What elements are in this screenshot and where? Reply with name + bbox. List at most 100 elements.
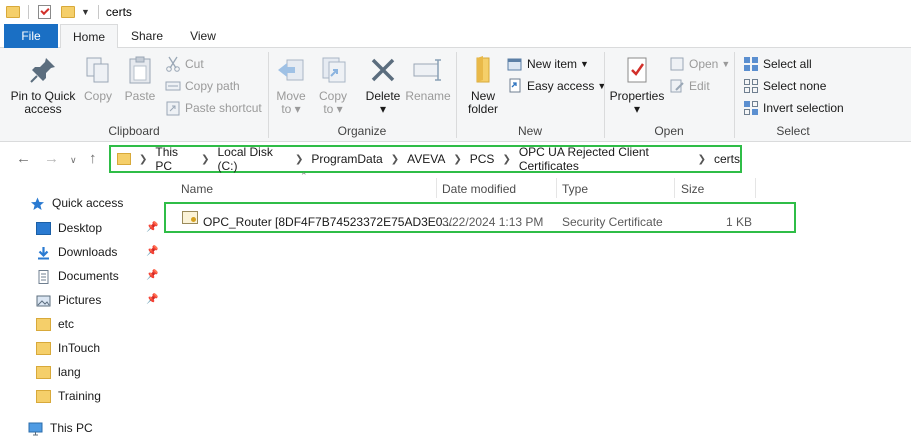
- folder-icon: [36, 317, 51, 331]
- open-group-label: Open: [654, 124, 684, 138]
- paste-shortcut-icon: [165, 100, 181, 116]
- pin-icon[interactable]: 📌: [146, 294, 158, 305]
- divider: [28, 5, 29, 19]
- breadcrumb-this-pc[interactable]: This PC: [155, 145, 193, 173]
- rename-label: Rename: [405, 89, 451, 103]
- rename-button[interactable]: Rename: [405, 54, 451, 103]
- column-divider[interactable]: [755, 178, 756, 198]
- paste-shortcut-button[interactable]: Paste shortcut: [165, 98, 262, 118]
- copy-to-button[interactable]: Copy to ▾: [315, 54, 351, 116]
- edit-button[interactable]: Edit: [669, 76, 710, 96]
- easy-access-button[interactable]: Easy access ▼: [507, 76, 606, 96]
- sidebar-item-lang[interactable]: lang: [36, 361, 81, 383]
- folder-icon: [6, 6, 20, 18]
- sidebar-item-label: InTouch: [58, 341, 101, 355]
- breadcrumb-programdata[interactable]: ProgramData: [311, 152, 382, 166]
- column-header-size[interactable]: Size: [675, 180, 755, 198]
- tab-view[interactable]: View: [178, 24, 228, 48]
- invert-selection-button[interactable]: Invert selection: [743, 98, 844, 118]
- breadcrumb-chevron-icon[interactable]: ❯: [391, 154, 399, 165]
- new-item-button[interactable]: New item ▼: [507, 54, 589, 74]
- sidebar-item-etc[interactable]: etc: [36, 313, 74, 335]
- select-all-button[interactable]: Select all: [743, 54, 812, 74]
- edit-label: Edit: [689, 79, 710, 93]
- pin-icon[interactable]: 📌: [146, 222, 158, 233]
- breadcrumb-chevron-icon[interactable]: ❯: [295, 154, 303, 165]
- breadcrumb-chevron-icon[interactable]: ❯: [453, 154, 461, 165]
- new-folder-label-2: folder: [467, 102, 499, 116]
- sidebar-item-label: This PC: [50, 421, 93, 435]
- pin-icon[interactable]: 📌: [146, 270, 158, 281]
- cut-button[interactable]: Cut: [165, 54, 204, 74]
- select-group-label: Select: [776, 124, 810, 138]
- open-dropdown-icon: ▼: [721, 59, 731, 69]
- select-none-button[interactable]: Select none: [743, 76, 826, 96]
- clipboard-icon: [124, 54, 156, 86]
- sidebar-item-training[interactable]: Training: [36, 385, 101, 407]
- breadcrumb-local-disk[interactable]: Local Disk (C:): [217, 145, 286, 173]
- column-header-type[interactable]: Type: [556, 180, 674, 198]
- tab-home[interactable]: Home: [60, 24, 118, 49]
- sidebar-item-this-pc[interactable]: This PC: [28, 417, 93, 439]
- sidebar-item-quick-access[interactable]: Quick access: [30, 192, 123, 214]
- rename-icon: [412, 54, 444, 86]
- breadcrumb-opc-ua-rejected[interactable]: OPC UA Rejected Client Certificates: [519, 145, 690, 173]
- copy-to-label-2: to ▾: [323, 102, 343, 116]
- new-item-dropdown-icon: ▼: [580, 59, 589, 69]
- tab-file[interactable]: File: [4, 24, 58, 48]
- title-bar: ▼ certs: [0, 0, 911, 24]
- sidebar-item-desktop[interactable]: Desktop: [36, 217, 102, 239]
- up-arrow-icon[interactable]: ↑: [89, 150, 97, 167]
- move-to-icon: [275, 54, 307, 86]
- move-to-button[interactable]: Move to ▾: [273, 54, 309, 116]
- tab-share[interactable]: Share: [122, 24, 172, 48]
- pin-label-2: access: [24, 102, 62, 116]
- scissors-icon: [165, 56, 181, 72]
- customize-toolbar-chevron-icon[interactable]: ▼: [81, 7, 90, 17]
- forward-arrow-icon[interactable]: →: [44, 150, 59, 167]
- paste-label: Paste: [124, 89, 156, 103]
- new-folder-quick-icon[interactable]: [61, 6, 75, 18]
- folder-icon: [36, 389, 51, 403]
- properties-dropdown-icon: ▾: [633, 102, 641, 116]
- copy-path-button[interactable]: Copy path: [165, 76, 240, 96]
- pin-to-quick-access-button[interactable]: Pin to Quick access: [8, 54, 78, 116]
- sidebar-item-downloads[interactable]: Downloads: [36, 241, 117, 263]
- invert-selection-icon: [743, 100, 759, 116]
- sidebar-item-pictures[interactable]: Pictures: [36, 289, 101, 311]
- copy-button[interactable]: Copy: [80, 54, 116, 103]
- recent-locations-chevron-icon[interactable]: ∨: [70, 155, 77, 166]
- back-arrow-icon[interactable]: ←: [16, 150, 31, 167]
- copy-path-icon: [165, 78, 181, 94]
- breadcrumb-chevron-icon[interactable]: ❯: [502, 154, 510, 165]
- new-folder-icon: [467, 54, 499, 86]
- open-group: Properties ▾ Open ▼ Edit Open: [605, 48, 733, 142]
- breadcrumb-pcs[interactable]: PCS: [470, 152, 495, 166]
- pin-icon[interactable]: 📌: [146, 246, 158, 257]
- column-header-date-modified[interactable]: Date modified: [436, 180, 556, 198]
- move-to-label-2: to ▾: [281, 102, 301, 116]
- sidebar-item-intouch[interactable]: InTouch: [36, 337, 100, 359]
- new-group: New folder New item ▼ Easy access ▼ New: [457, 48, 606, 142]
- properties-button[interactable]: Properties ▾: [607, 54, 667, 116]
- delete-button[interactable]: Delete ▾: [363, 54, 403, 116]
- select-none-label: Select none: [763, 79, 827, 93]
- delete-dropdown-icon: ▾: [379, 102, 387, 116]
- cut-label: Cut: [185, 57, 204, 71]
- open-button[interactable]: Open ▼: [669, 54, 730, 74]
- sidebar-item-documents[interactable]: Documents: [36, 265, 119, 287]
- file-name[interactable]: OPC_Router [8DF4F7B74523372E75AD3E0...: [203, 215, 452, 229]
- document-icon: [36, 269, 51, 284]
- new-folder-button[interactable]: New folder: [463, 54, 503, 116]
- column-header-name[interactable]: Name: [175, 180, 435, 198]
- breadcrumb-certs[interactable]: certs: [714, 152, 740, 166]
- breadcrumb-chevron-icon[interactable]: ❯: [698, 154, 706, 165]
- breadcrumb-aveva[interactable]: AVEVA: [407, 152, 445, 166]
- delete-x-icon: [367, 54, 399, 86]
- breadcrumb-chevron-icon[interactable]: ❯: [201, 154, 209, 165]
- copy-icon: [82, 54, 114, 86]
- properties-quick-icon[interactable]: [38, 5, 51, 19]
- organize-group: Move to ▾ Copy to ▾ Delete ▾ Rename Orga…: [269, 48, 455, 142]
- address-bar[interactable]: ❯ This PC ❯ Local Disk (C:) ❯ ProgramDat…: [109, 145, 742, 173]
- paste-button[interactable]: Paste: [122, 54, 158, 103]
